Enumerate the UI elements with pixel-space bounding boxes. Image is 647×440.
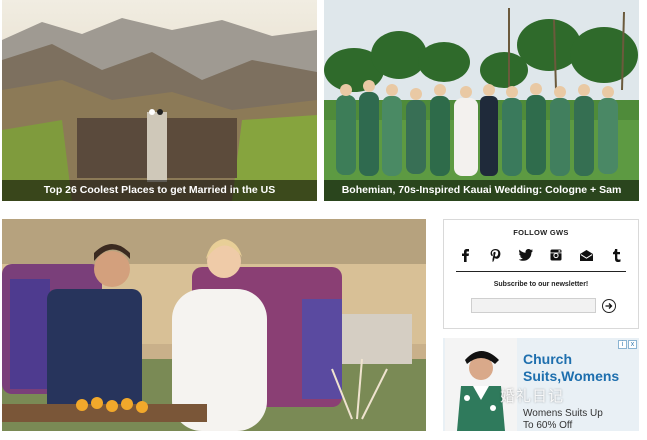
email-icon[interactable] [580,248,594,262]
watermark-text: 婚礼日记 [500,388,565,405]
bridal-party-photo [324,0,639,201]
feature-card-wedding-places[interactable]: Top 26 Coolest Places to get Married in … [2,0,317,201]
ad-headline-line2[interactable]: Suits,Womens [523,368,619,385]
instagram-icon[interactable] [549,248,563,262]
couple-photo-illustration [2,219,426,431]
facebook-icon[interactable] [458,248,472,262]
newsletter-email-input[interactable] [471,298,596,313]
ad-subtext-line1[interactable]: Womens Suits Up [523,408,603,420]
newsletter-submit-button[interactable] [602,299,616,313]
tumblr-icon[interactable] [610,248,624,262]
card-caption[interactable]: Top 26 Coolest Places to get Married in … [2,180,317,201]
ad-info-icon[interactable]: i [618,340,627,349]
ad-headline[interactable]: Church Suits,Womens [523,351,619,385]
social-links [458,248,624,262]
mountain-ceremony-photo [2,0,317,201]
ad-subtext[interactable]: Womens Suits Up To 60% Off [523,408,603,431]
divider [456,271,626,272]
ad-headline-line1[interactable]: Church [523,351,619,368]
blog-page: Top 26 Coolest Places to get Married in … [0,0,647,440]
card-caption[interactable]: Bohemian, 70s-Inspired Kauai Wedding: Co… [324,180,639,201]
ad-choices-badge[interactable]: i x [618,340,637,349]
pinterest-icon[interactable] [488,248,502,262]
arrow-right-icon [605,303,613,309]
couple-hero-photo[interactable] [2,219,426,431]
feature-card-kauai-wedding[interactable]: Bohemian, 70s-Inspired Kauai Wedding: Co… [324,0,639,201]
follow-title: FOLLOW GWS [513,228,569,237]
ad-subtext-line2[interactable]: To 60% Off [523,420,603,431]
newsletter-label: Subscribe to our newsletter! [493,281,589,288]
close-icon[interactable]: x [628,340,637,349]
follow-widget: FOLLOW GWS Subscribe to our newsletter! [443,219,639,329]
twitter-icon[interactable] [518,248,533,262]
